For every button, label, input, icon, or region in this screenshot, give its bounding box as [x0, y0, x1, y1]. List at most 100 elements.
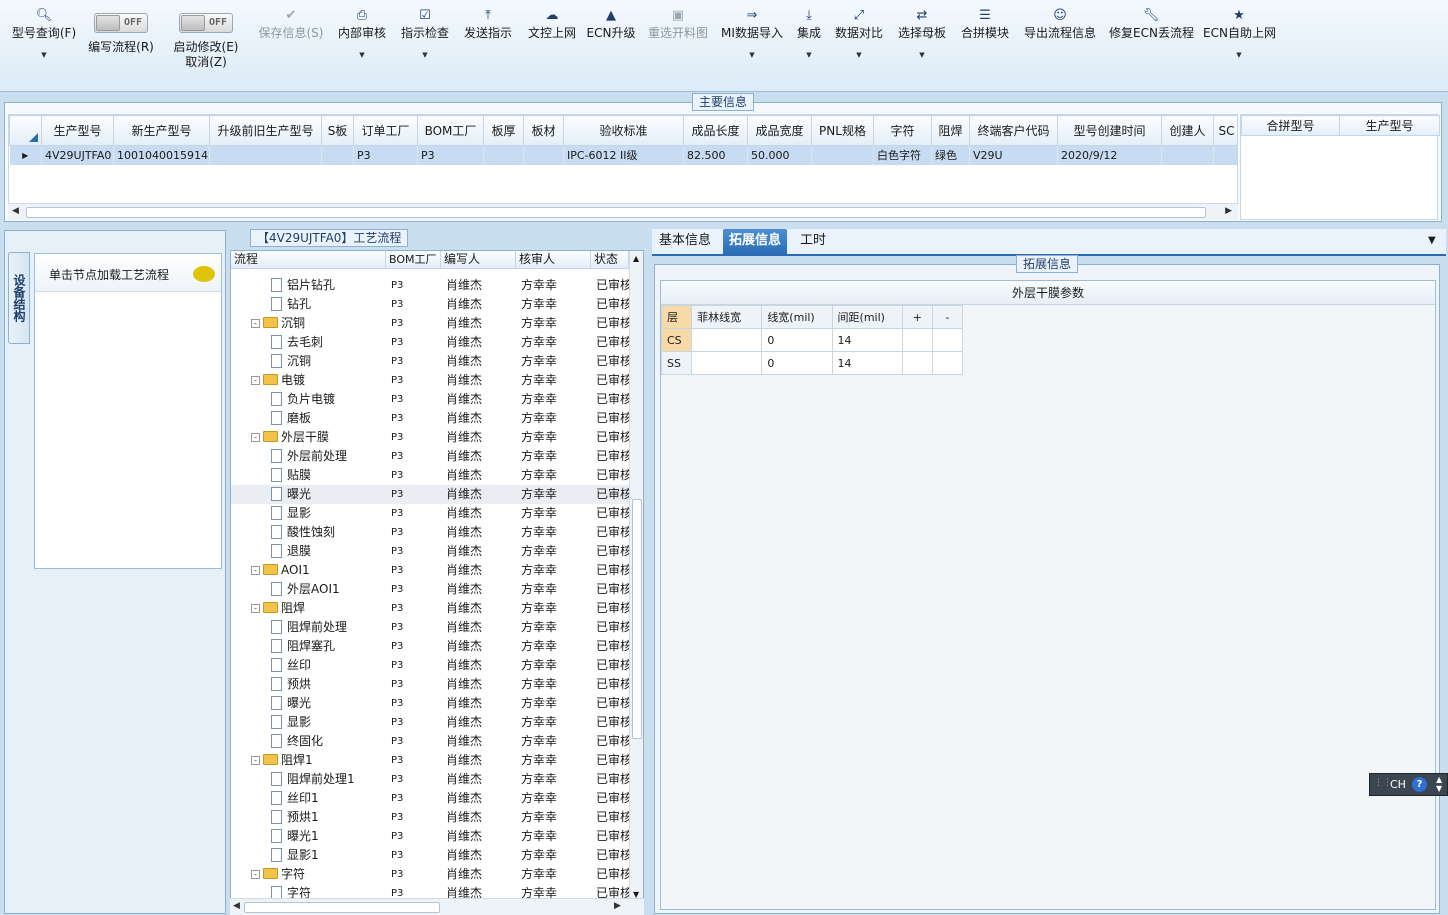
internal-review-button[interactable]: ⎙ 内部审核 ▼	[336, 6, 388, 86]
chevron-down-icon[interactable]: ▼	[896, 50, 948, 60]
column-header[interactable]: BOM工厂	[386, 251, 441, 269]
process-hscrollbar[interactable]: ◀ ▶	[230, 898, 644, 915]
tree-node-row[interactable]: 曝光 P3 肖维杰 方幸幸 已审核	[231, 694, 629, 713]
column-header[interactable]: 流程	[231, 251, 386, 269]
tree-group-row[interactable]: - 沉铜 P3 肖维杰 方幸幸 已审核	[231, 314, 629, 333]
column-header[interactable]: 新生产型号	[113, 115, 210, 146]
scroll-left-icon[interactable]: ◀	[233, 901, 240, 911]
column-header[interactable]: 字符	[873, 115, 932, 146]
tree-node-row[interactable]: 磨板 P3 肖维杰 方幸幸 已审核	[231, 409, 629, 428]
spacing-cell[interactable]: 14	[831, 328, 903, 352]
tree-node-row[interactable]: 曝光1 P3 肖维杰 方幸幸 已审核	[231, 827, 629, 846]
ecn-upgrade-button[interactable]: ▲ ECN升级	[586, 6, 636, 86]
tree-node-row[interactable]: 丝印1 P3 肖维杰 方幸幸 已审核	[231, 789, 629, 808]
tree-node-row[interactable]: 沉铜 P3 肖维杰 方幸幸 已审核	[231, 352, 629, 371]
collapse-icon[interactable]: -	[251, 870, 260, 879]
scroll-thumb[interactable]	[632, 499, 642, 739]
column-header[interactable]: 订单工厂	[353, 115, 418, 146]
tree-node-row[interactable]: 丝印 P3 肖维杰 方幸幸 已审核	[231, 656, 629, 675]
ime-language-label[interactable]: CH	[1390, 778, 1406, 791]
tree-group-row[interactable]: - 阻焊 P3 肖维杰 方幸幸 已审核	[231, 599, 629, 618]
scroll-left-icon[interactable]: ◀	[12, 206, 19, 216]
chevron-down-icon[interactable]: ▼	[719, 50, 785, 60]
chevron-down-icon[interactable]: ▼	[336, 50, 388, 60]
fix-ecn-lost-process-button[interactable]: 🔧︎ 修复ECN丢流程	[1109, 6, 1194, 86]
ime-toolbar[interactable]: ⋮⋮ CH ? ▲ ▼	[1369, 773, 1448, 796]
select-mother-board-button[interactable]: ⇄ 选择母板 ▼	[896, 6, 948, 86]
scroll-right-icon[interactable]: ▶	[1225, 206, 1232, 216]
tree-node-row[interactable]: 去毛刺 P3 肖维杰 方幸幸 已审核	[231, 333, 629, 352]
doc-online-button[interactable]: ☁ 文控上网	[525, 6, 579, 86]
tree-node-row[interactable]: 贴膜 P3 肖维杰 方幸幸 已审核	[231, 466, 629, 485]
collapse-icon[interactable]: -	[251, 319, 260, 328]
scroll-right-icon[interactable]: ▶	[614, 901, 621, 911]
chevron-down-icon[interactable]: ▼	[1203, 50, 1275, 60]
column-header[interactable]: PNL规格	[811, 115, 874, 146]
tree-node-row[interactable]: 预烘 P3 肖维杰 方幸幸 已审核	[231, 675, 629, 694]
tree-node-row[interactable]: 显影1 P3 肖维杰 方幸幸 已审核	[231, 846, 629, 865]
column-header[interactable]: 板厚	[483, 115, 524, 146]
column-header[interactable]: 合拼型号	[1241, 115, 1340, 136]
start-modify-toggle[interactable]: OFF	[179, 13, 233, 33]
integrate-button[interactable]: ⤓ 集成 ▼	[793, 6, 825, 86]
column-header[interactable]: 状态	[591, 251, 629, 269]
main-info-hscrollbar[interactable]: ◀ ▶	[8, 203, 1238, 220]
column-header[interactable]: 编写人	[441, 251, 516, 269]
tab-basic-info[interactable]: 基本信息	[653, 229, 717, 254]
tree-node-row[interactable]: 曝光 P3 肖维杰 方幸幸 已审核	[231, 485, 629, 504]
column-header[interactable]: S板	[321, 115, 354, 146]
column-header[interactable]: 阻焊	[931, 115, 970, 146]
remove-column-button[interactable]: -	[931, 305, 964, 329]
tree-group-row[interactable]: - 电镀 P3 肖维杰 方幸幸 已审核	[231, 371, 629, 390]
help-icon[interactable]: ?	[1412, 777, 1427, 792]
collapse-icon[interactable]: -	[251, 566, 260, 575]
tree-group-row[interactable]: - AOI1 P3 肖维杰 方幸幸 已审核	[231, 561, 629, 580]
cancel-label[interactable]: 取消(Z)	[168, 55, 244, 70]
tree-node-row[interactable]: 阻焊前处理 P3 肖维杰 方幸幸 已审核	[231, 618, 629, 637]
column-header[interactable]: 升级前旧生产型号	[209, 115, 322, 146]
column-header[interactable]: 验收标准	[563, 115, 684, 146]
write-process-button[interactable]: OFF 编写流程(R)	[84, 6, 158, 86]
collapse-icon[interactable]: -	[251, 756, 260, 765]
tree-node-row[interactable]: 退膜 P3 肖维杰 方幸幸 已审核	[231, 542, 629, 561]
tree-node-row[interactable]: 阻焊前处理1 P3 肖维杰 方幸幸 已审核	[231, 770, 629, 789]
line-width-cell[interactable]: 0	[761, 328, 833, 352]
tree-node-row[interactable]: 显影 P3 肖维杰 方幸幸 已审核	[231, 713, 629, 732]
mi-data-import-button[interactable]: ⇒ MI数据导入 ▼	[719, 6, 785, 86]
write-process-toggle[interactable]: OFF	[94, 13, 148, 33]
ecn-self-online-button[interactable]: ★ ECN自助上网 ▼	[1203, 6, 1276, 86]
tree-node-row[interactable]: 终固化 P3 肖维杰 方幸幸 已审核	[231, 732, 629, 751]
chevron-down-icon[interactable]: ▼	[8, 50, 80, 60]
export-process-info-button[interactable]: ☺ 导出流程信息	[1021, 6, 1099, 86]
tree-node-row[interactable]: 负片电镀 P3 肖维杰 方幸幸 已审核	[231, 390, 629, 409]
save-info-button[interactable]: ✔ 保存信息(S)	[254, 6, 328, 86]
tree-node-row[interactable]: 阻焊塞孔 P3 肖维杰 方幸幸 已审核	[231, 637, 629, 656]
collapse-icon[interactable]: -	[251, 433, 260, 442]
tree-group-row[interactable]: - 字符 P3 肖维杰 方幸幸 已审核	[231, 865, 629, 884]
tree-group-row[interactable]: - 外层干膜 P3 肖维杰 方幸幸 已审核	[231, 428, 629, 447]
left-splitter[interactable]	[225, 548, 229, 618]
chevron-down-icon[interactable]: ▼	[833, 50, 885, 60]
table-row[interactable]: CS 0 14	[660, 328, 964, 352]
column-header[interactable]: 型号创建时间	[1057, 115, 1162, 146]
column-header[interactable]: 终端客户代码	[969, 115, 1058, 146]
column-header[interactable]: 核审人	[516, 251, 591, 269]
instruction-check-button[interactable]: ☑ 指示检查 ▼	[399, 6, 451, 86]
spacing-cell[interactable]: 14	[831, 351, 903, 375]
scroll-up-icon[interactable]: ▲	[633, 254, 639, 263]
tree-node-row[interactable]: 外层前处理 P3 肖维杰 方幸幸 已审核	[231, 447, 629, 466]
process-vscrollbar[interactable]: ▲ ▼	[629, 251, 643, 901]
merge-module-button[interactable]: ☰ 合拼模块	[959, 6, 1011, 86]
chevron-down-icon[interactable]: ▼	[399, 50, 451, 60]
column-header[interactable]: 成品宽度	[747, 115, 812, 146]
data-compare-button[interactable]: ⤢ 数据对比 ▼	[833, 6, 885, 86]
column-header[interactable]: BOM工厂	[417, 115, 484, 146]
column-header[interactable]: 生产型号	[1339, 115, 1440, 136]
line-width-cell[interactable]: 0	[761, 351, 833, 375]
tab-extended-info[interactable]: 拓展信息	[723, 229, 788, 254]
ime-options-icon[interactable]: ▲ ▼	[1436, 775, 1442, 793]
table-row[interactable]: SS 0 14	[660, 351, 964, 375]
tree-node-row[interactable]: 钻孔 P3 肖维杰 方幸幸 已审核	[231, 295, 629, 314]
tree-node-row[interactable]: 显影 P3 肖维杰 方幸幸 已审核	[231, 504, 629, 523]
tree-node-row[interactable]: 预烘1 P3 肖维杰 方幸幸 已审核	[231, 808, 629, 827]
